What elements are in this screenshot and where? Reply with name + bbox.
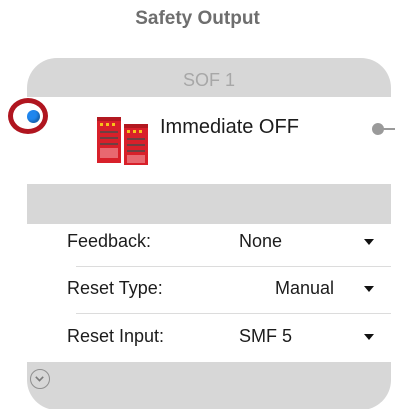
- expand-button[interactable]: [30, 369, 50, 389]
- reset-input-label: Reset Input:: [67, 326, 165, 346]
- reset-type-value: Manual: [275, 278, 335, 298]
- function-label: Immediate OFF: [160, 116, 299, 138]
- input-connector-icon[interactable]: [27, 110, 40, 123]
- dropdown-arrow-icon: [364, 286, 374, 292]
- feedback-value: None: [239, 231, 283, 251]
- instance-name: SOF 1: [182, 70, 235, 90]
- dropdown-arrow-icon: [364, 239, 374, 245]
- reset-input-dropdown[interactable]: Reset Input: SMF 5: [27, 316, 391, 362]
- reset-type-dropdown[interactable]: Reset Type: Manual: [27, 268, 391, 314]
- relay-contactor-icon: [97, 117, 148, 165]
- reset-input-value: SMF 5: [239, 326, 293, 346]
- row-divider: [76, 313, 391, 314]
- feedback-dropdown[interactable]: Feedback: None: [27, 221, 391, 267]
- safety-output-block-view: Safety Output SOF 1 Immediate OFF Feedba…: [0, 0, 395, 409]
- row-divider: [76, 266, 391, 267]
- chevron-down-icon: [35, 376, 44, 382]
- function-panel: [27, 97, 391, 184]
- dropdown-arrow-icon: [364, 334, 374, 340]
- block-title: Safety Output: [135, 8, 260, 29]
- feedback-label: Feedback:: [67, 231, 152, 251]
- reset-type-label: Reset Type:: [67, 278, 163, 298]
- output-wire: [383, 128, 395, 130]
